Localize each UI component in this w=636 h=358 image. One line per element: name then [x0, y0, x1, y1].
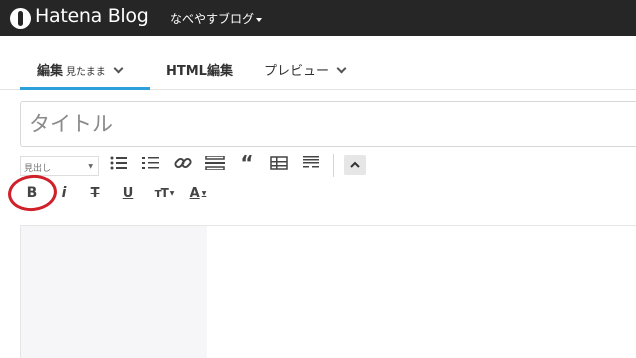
link-icon[interactable] — [172, 153, 194, 173]
tab-preview-label: プレビュー — [264, 64, 330, 79]
red-highlight-circle — [6, 172, 59, 214]
tab-edit[interactable]: 編集 見たまま — [37, 60, 124, 79]
underline-button[interactable]: U — [120, 182, 136, 204]
table-icon[interactable] — [268, 153, 290, 173]
select-caret-icon: ▼ — [88, 163, 93, 170]
caret-down-icon: ▼ — [201, 189, 207, 197]
chevron-down-icon — [113, 63, 124, 74]
page-break-icon[interactable] — [300, 153, 322, 173]
hatena-logo-icon[interactable] — [10, 8, 31, 29]
title-input[interactable] — [20, 101, 636, 147]
font-size-label: ᴛT — [154, 186, 169, 200]
toolbar-divider — [333, 154, 334, 177]
text-color-label: A — [189, 185, 200, 201]
editor-body[interactable] — [20, 225, 636, 358]
top-bar: Hatena Blog なべやすブログ — [0, 0, 636, 36]
font-size-button[interactable]: ᴛT ▼ — [151, 182, 177, 204]
horizontal-rule-icon[interactable] — [204, 153, 226, 173]
editor-side-panel — [21, 226, 207, 358]
active-tab-indicator — [20, 87, 150, 90]
editor-mode-tabs: 編集 見たまま HTML編集 プレビュー — [0, 36, 636, 90]
caret-down-icon — [256, 17, 263, 22]
blog-name: なべやすブログ — [170, 12, 255, 26]
tab-html-edit[interactable]: HTML編集 — [166, 60, 233, 79]
bulleted-list-icon[interactable] — [108, 153, 130, 173]
blog-selector[interactable]: なべやすブログ — [170, 10, 263, 27]
chevron-down-icon — [336, 63, 347, 74]
heading-select-value: 見出し — [24, 164, 52, 174]
italic-button[interactable]: i — [58, 182, 70, 204]
tab-edit-label: 編集 — [37, 64, 64, 79]
text-color-button[interactable]: A ▼ — [185, 182, 211, 204]
collapse-toolbar-icon[interactable] — [344, 155, 366, 175]
heading-select[interactable]: 見出し ▼ — [20, 156, 99, 176]
tab-preview[interactable]: プレビュー — [264, 60, 347, 79]
blockquote-icon[interactable]: “ — [236, 151, 258, 175]
caret-down-icon: ▼ — [169, 189, 175, 197]
tab-edit-mode: 見たまま — [66, 67, 106, 78]
strikethrough-button[interactable]: T — [87, 182, 103, 204]
numbered-list-icon[interactable] — [140, 153, 162, 173]
logo-text[interactable]: Hatena Blog — [35, 5, 149, 27]
